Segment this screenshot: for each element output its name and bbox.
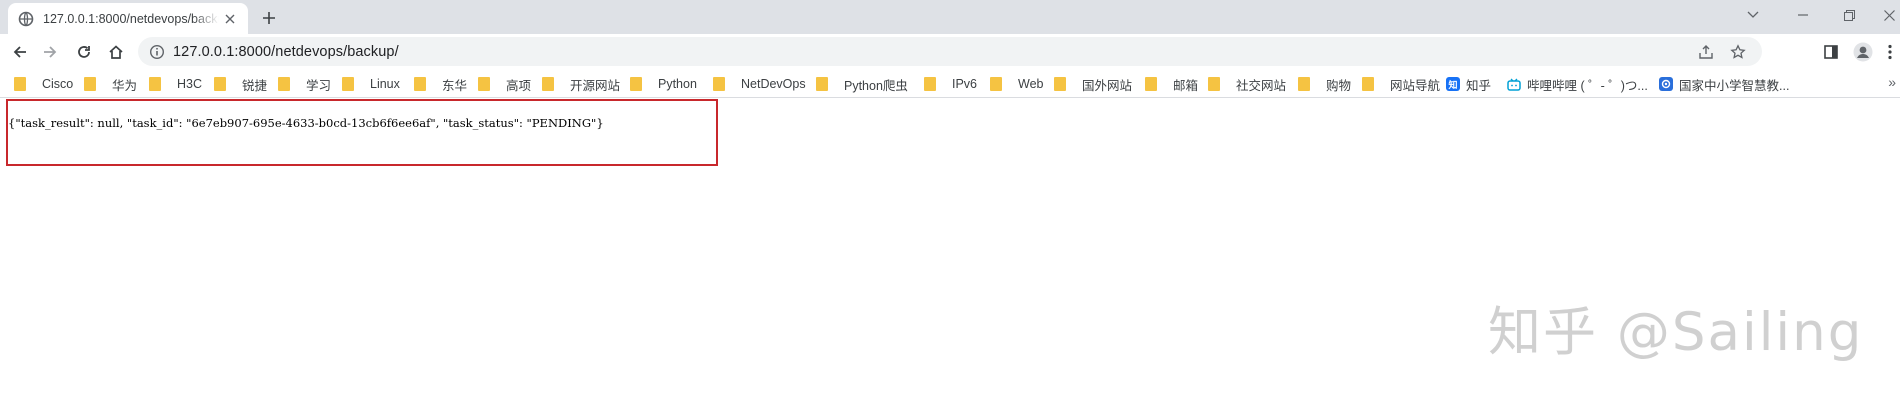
bookmark-folder-python[interactable]: Python [630, 75, 697, 93]
bookmark-folder-gaoxiang[interactable]: 高项 [478, 75, 531, 93]
close-tab-icon[interactable] [222, 11, 238, 27]
folder-icon [630, 77, 642, 91]
bookmark-label: 国家中小学智慧教... [1679, 78, 1790, 93]
folder-icon [278, 77, 290, 91]
bookmarks-bar: Cisco 华为 H3C 锐捷 学习 Linux 东华 高项 开源网站 Pyth… [0, 70, 1900, 98]
bookmark-label: IPv6 [952, 77, 978, 91]
bookmark-folder-shopping[interactable]: 购物 [1298, 75, 1351, 93]
bookmark-folder-ipv6[interactable]: IPv6 [924, 75, 977, 93]
folder-icon [84, 77, 96, 91]
bookmark-folder-mailbox[interactable]: 邮箱 [1145, 75, 1198, 93]
globe-icon [18, 11, 34, 27]
close-window-icon[interactable] [1876, 4, 1900, 26]
bookmark-label: Cisco [42, 77, 74, 91]
folder-icon [924, 77, 936, 91]
forward-arrow-icon[interactable] [38, 40, 62, 64]
minimize-icon[interactable] [1790, 4, 1816, 26]
bookmark-edu[interactable]: 国家中小学智慧教... [1659, 75, 1789, 93]
tab-title: 127.0.0.1:8000/netdevops/backup/ [43, 11, 219, 26]
bookmark-folder-linux[interactable]: Linux [342, 75, 400, 93]
site-info-icon[interactable] [149, 44, 165, 60]
folder-icon [414, 77, 426, 91]
bookmark-label: 知乎 [1466, 78, 1492, 93]
bookmark-folder-study[interactable]: 学习 [278, 75, 331, 93]
tab-search-chevron-icon[interactable] [1740, 4, 1766, 26]
bookmark-folder-netdevops[interactable]: NetDevOps [713, 75, 806, 93]
folder-icon [14, 77, 26, 91]
edu-logo-icon [1659, 77, 1673, 91]
folder-icon [342, 77, 354, 91]
bookmark-label: Python [658, 77, 697, 91]
folder-icon [1362, 77, 1374, 91]
bookmark-label: H3C [177, 77, 203, 91]
bookmark-folder-huawei[interactable]: 华为 [84, 75, 137, 93]
bookmark-folder-web[interactable]: Web [990, 75, 1043, 93]
bookmark-label: 锐捷 [242, 78, 268, 93]
bookmark-label: 网站导航 [1390, 78, 1441, 93]
bookmark-label: 学习 [306, 78, 332, 93]
bookmark-label: 哔哩哔哩 ( ゜- ゜)つ... [1527, 78, 1648, 93]
bookmark-label: 国外网站 [1082, 78, 1133, 93]
bookmark-folder-donghua[interactable]: 东华 [414, 75, 467, 93]
zhihu-watermark: 知乎 @Sailing [1488, 302, 1864, 363]
bookmark-folder-python-spider[interactable]: Python爬虫 [816, 75, 908, 93]
bookmark-label: NetDevOps [741, 77, 806, 91]
home-icon[interactable] [104, 40, 128, 64]
bookmark-bilibili[interactable]: 哔哩哔哩 ( ゜- ゜)つ... [1507, 75, 1648, 93]
bookmark-folder-ruijie[interactable]: 锐捷 [214, 75, 267, 93]
address-bar[interactable]: 127.0.0.1:8000/netdevops/backup/ [138, 37, 1762, 66]
bookmark-label: 社交网站 [1236, 78, 1287, 93]
new-tab-button[interactable] [258, 7, 280, 29]
zhihu-logo-icon: 知 [1446, 77, 1460, 91]
tab-strip: 127.0.0.1:8000/netdevops/backup/ [0, 0, 1900, 34]
bookmark-folder-opensource[interactable]: 开源网站 [542, 75, 620, 93]
folder-icon [478, 77, 490, 91]
folder-icon [990, 77, 1002, 91]
bookmark-folder-site-nav[interactable]: 网站导航 [1362, 75, 1440, 93]
folder-icon [542, 77, 554, 91]
side-panel-icon[interactable] [1819, 40, 1843, 64]
highlight-annotation-box [6, 99, 718, 166]
menu-dots-icon[interactable] [1878, 40, 1900, 64]
reload-icon[interactable] [72, 40, 96, 64]
back-arrow-icon[interactable] [8, 40, 32, 64]
folder-icon [1145, 77, 1157, 91]
bookmark-label: 开源网站 [570, 78, 621, 93]
bookmark-label: 购物 [1326, 78, 1352, 93]
bookmark-label: 华为 [112, 78, 138, 93]
bookmarks-overflow-button[interactable]: » [1888, 74, 1896, 90]
folder-icon [1208, 77, 1220, 91]
share-icon[interactable] [1694, 40, 1718, 64]
browser-tab[interactable]: 127.0.0.1:8000/netdevops/backup/ [8, 3, 248, 34]
bookmark-folder-h3c[interactable]: H3C [149, 75, 202, 93]
folder-icon [1054, 77, 1066, 91]
url-text: 127.0.0.1:8000/netdevops/backup/ [173, 43, 399, 60]
bookmark-folder-cisco[interactable]: Cisco [14, 75, 73, 93]
folder-icon [713, 77, 725, 91]
browser-toolbar: 127.0.0.1:8000/netdevops/backup/ [0, 34, 1900, 70]
profile-avatar-icon[interactable] [1851, 40, 1875, 64]
folder-icon [1298, 77, 1310, 91]
restore-icon[interactable] [1836, 4, 1862, 26]
bookmark-label: Python爬虫 [844, 78, 908, 93]
bookmark-folder-social[interactable]: 社交网站 [1208, 75, 1286, 93]
folder-icon [816, 77, 828, 91]
folder-icon [149, 77, 161, 91]
folder-icon [214, 77, 226, 91]
bookmark-folder-foreign-sites[interactable]: 国外网站 [1054, 75, 1132, 93]
bookmark-label: Linux [370, 77, 400, 91]
bookmark-label: Web [1018, 77, 1044, 91]
bilibili-tv-icon [1507, 77, 1521, 91]
bookmark-star-icon[interactable] [1726, 40, 1750, 64]
bookmark-label: 高项 [506, 78, 532, 93]
bookmark-zhihu[interactable]: 知知乎 [1446, 75, 1491, 93]
bookmark-label: 邮箱 [1173, 78, 1199, 93]
bookmark-label: 东华 [442, 78, 468, 93]
